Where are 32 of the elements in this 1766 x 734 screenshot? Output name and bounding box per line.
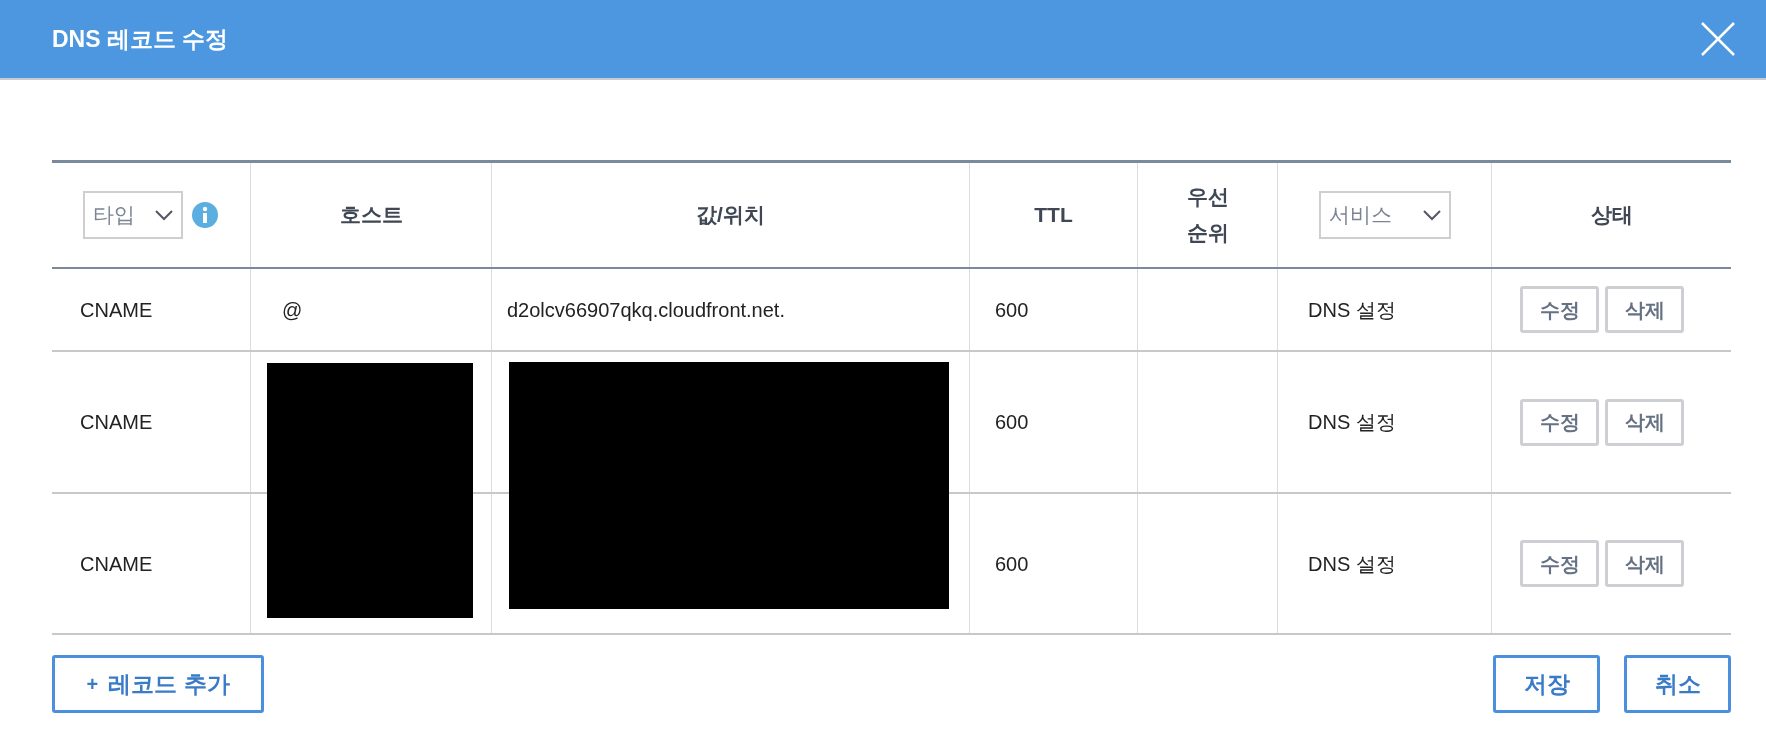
column-header: 호스트 [339,202,403,228]
edit-button[interactable]: 수정 [1520,286,1599,333]
delete-button[interactable]: 삭제 [1605,540,1684,587]
record-type: CNAME [80,410,153,435]
record-type: CNAME [80,551,153,577]
column-header: 상태 [1590,202,1633,228]
info-icon[interactable] [191,201,219,229]
host-value: @ [282,297,303,323]
type-dropdown[interactable]: 타입 [83,191,183,239]
ttl-value: 600 [995,410,1029,435]
delete-button[interactable]: 삭제 [1605,286,1684,333]
chevron-icon [1422,209,1441,221]
edit-button[interactable]: 수정 [1520,540,1599,587]
dialog-title: DNS 레코드 수정 [52,24,229,54]
service-value: DNS 설정 [1308,297,1396,323]
service-dropdown[interactable]: 서비스 [1318,191,1451,239]
column-header: 우선 순위 [1186,184,1229,246]
edit-button[interactable]: 수정 [1520,398,1599,446]
cancel-button[interactable]: 취소 [1624,655,1731,713]
add-record-button[interactable]: + 레코드 추가 [52,655,264,713]
close-icon[interactable] [1700,21,1736,57]
column-header: 값/위치 [696,202,765,228]
save-button[interactable]: 저장 [1493,655,1600,713]
record-value: d2olcv66907qkq.cloudfront.net. [507,297,785,323]
column-header: TTL [1034,202,1073,228]
chevron-icon [155,209,173,221]
ttl-value: 600 [995,297,1029,323]
record-type: CNAME [80,297,153,323]
delete-button[interactable]: 삭제 [1605,398,1684,446]
service-value: DNS 설정 [1308,410,1396,435]
service-value: DNS 설정 [1308,551,1396,577]
ttl-value: 600 [995,551,1029,577]
